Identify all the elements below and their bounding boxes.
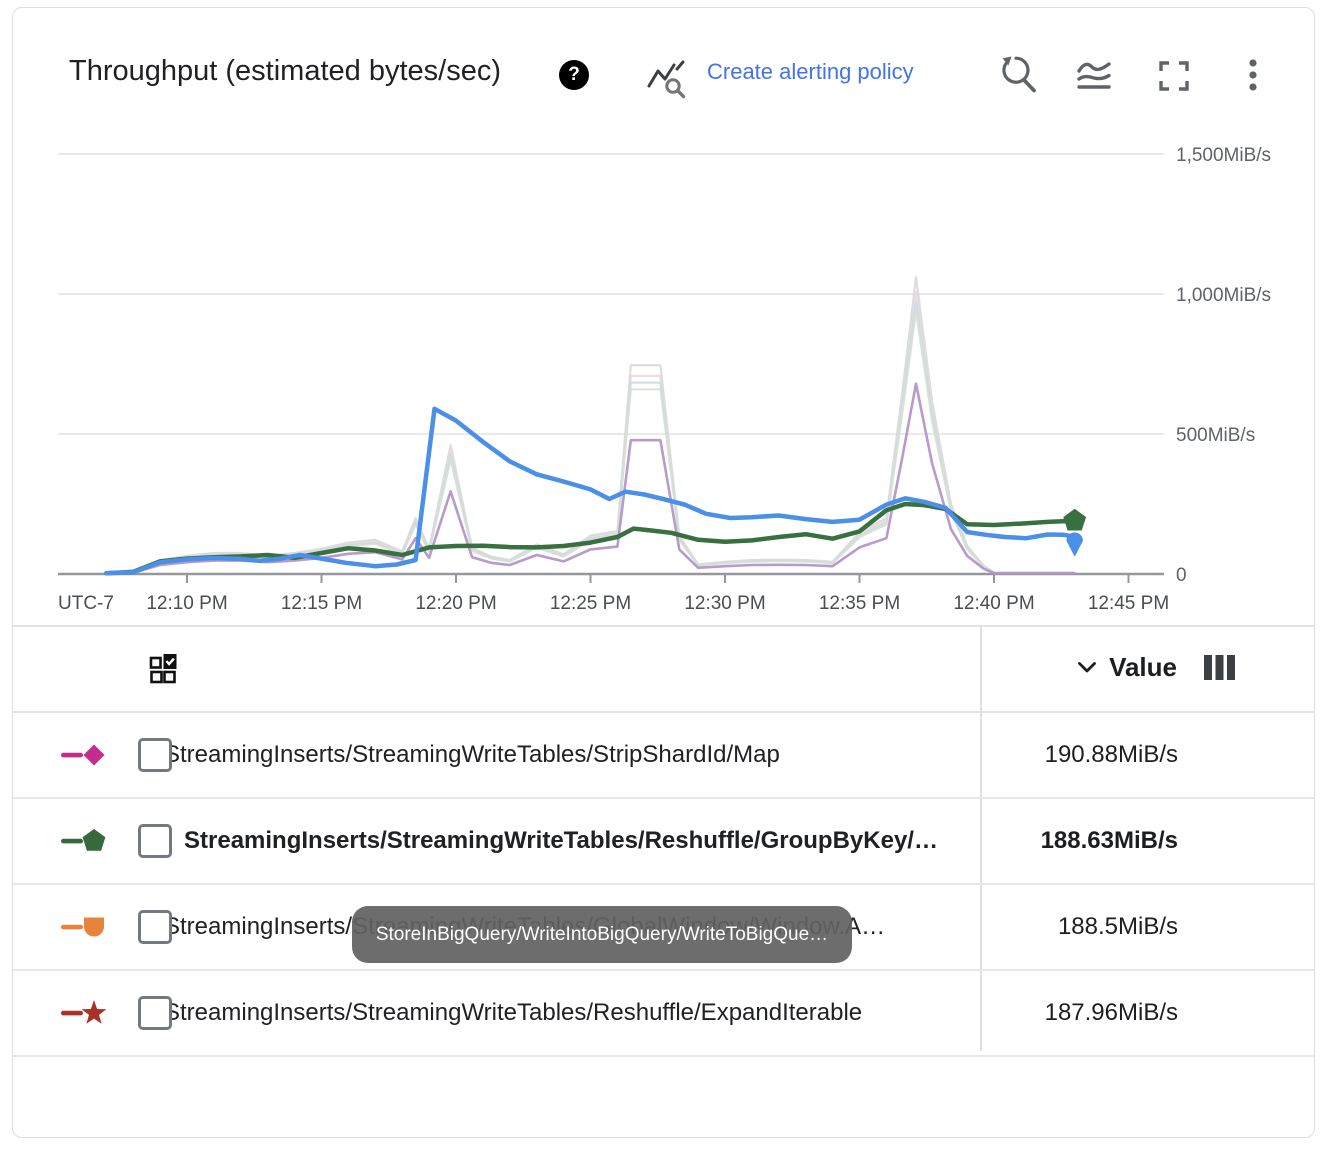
series-checkbox[interactable] <box>138 996 172 1030</box>
series-line-purple <box>106 384 1074 574</box>
x-axis-tick-label: 12:20 PM <box>415 593 496 614</box>
legend-row[interactable]: StreamingInserts/StreamingWriteTables/Re… <box>13 971 1314 1057</box>
ghost-series-line <box>106 292 1074 573</box>
series-end-pentagon-icon <box>1063 509 1086 531</box>
series-checkbox[interactable] <box>138 824 172 858</box>
series-value: 188.5MiB/s <box>1058 885 1178 969</box>
value-column-header: Value <box>1077 652 1235 683</box>
series-marker-pentagon-icon <box>61 825 109 857</box>
legend-row[interactable]: StreamingInserts/StreamingWriteTables/Re… <box>13 799 1314 885</box>
series-value: 188.63MiB/s <box>1041 799 1178 883</box>
legend-table: StreamingInserts/StreamingWriteTables/St… <box>13 713 1314 1057</box>
series-label: StreamingInserts/StreamingWriteTables/Re… <box>164 999 862 1027</box>
series-value: 187.96MiB/s <box>1045 971 1178 1055</box>
y-axis-tick-label: 0 <box>1176 565 1187 586</box>
timezone-label: UTC-7 <box>58 593 114 614</box>
ghost-series-line <box>106 277 1074 573</box>
x-axis-tick-label: 12:15 PM <box>281 593 362 614</box>
series-checkbox[interactable] <box>138 738 172 772</box>
legend-row[interactable]: StreamingInserts/StreamingWriteTables/St… <box>13 713 1314 799</box>
legend-tooltip: StoreInBigQuery/WriteIntoBigQuery/WriteT… <box>352 906 852 963</box>
series-checkbox[interactable] <box>138 910 172 944</box>
series-marker-shield-icon <box>61 911 109 943</box>
table-top-divider <box>13 625 1314 627</box>
series-end-drop-icon <box>1066 532 1083 556</box>
x-axis-tick-label: 12:25 PM <box>550 593 631 614</box>
x-axis-tick-label: 12:40 PM <box>953 593 1034 614</box>
y-axis-tick-label: 1,500MiB/s <box>1176 145 1271 166</box>
y-axis-tick-label: 500MiB/s <box>1176 425 1255 446</box>
series-marker-star-icon <box>61 997 109 1029</box>
series-label: StreamingInserts/StreamingWriteTables/St… <box>164 741 780 769</box>
series-label: StreamingInserts/StreamingWriteTables/Re… <box>184 827 938 855</box>
legend-select-icon[interactable] <box>149 653 177 685</box>
x-axis-tick-label: 12:35 PM <box>819 593 900 614</box>
ghost-series-line <box>106 302 1074 574</box>
chart-card: Throughput (estimated bytes/sec) ? Creat… <box>12 7 1315 1138</box>
series-marker-diamond-icon <box>61 739 109 771</box>
y-axis-tick-label: 1,000MiB/s <box>1176 285 1271 306</box>
columns-icon[interactable] <box>1204 655 1235 680</box>
ghost-series-line <box>106 311 1074 573</box>
x-axis-tick-label: 12:45 PM <box>1088 593 1169 614</box>
value-header-label[interactable]: Value <box>1109 652 1177 683</box>
series-value: 190.88MiB/s <box>1045 713 1178 797</box>
sort-chevron-down-icon[interactable] <box>1077 661 1097 674</box>
x-axis-tick-label: 12:30 PM <box>684 593 765 614</box>
x-axis-tick-label: 12:10 PM <box>146 593 227 614</box>
